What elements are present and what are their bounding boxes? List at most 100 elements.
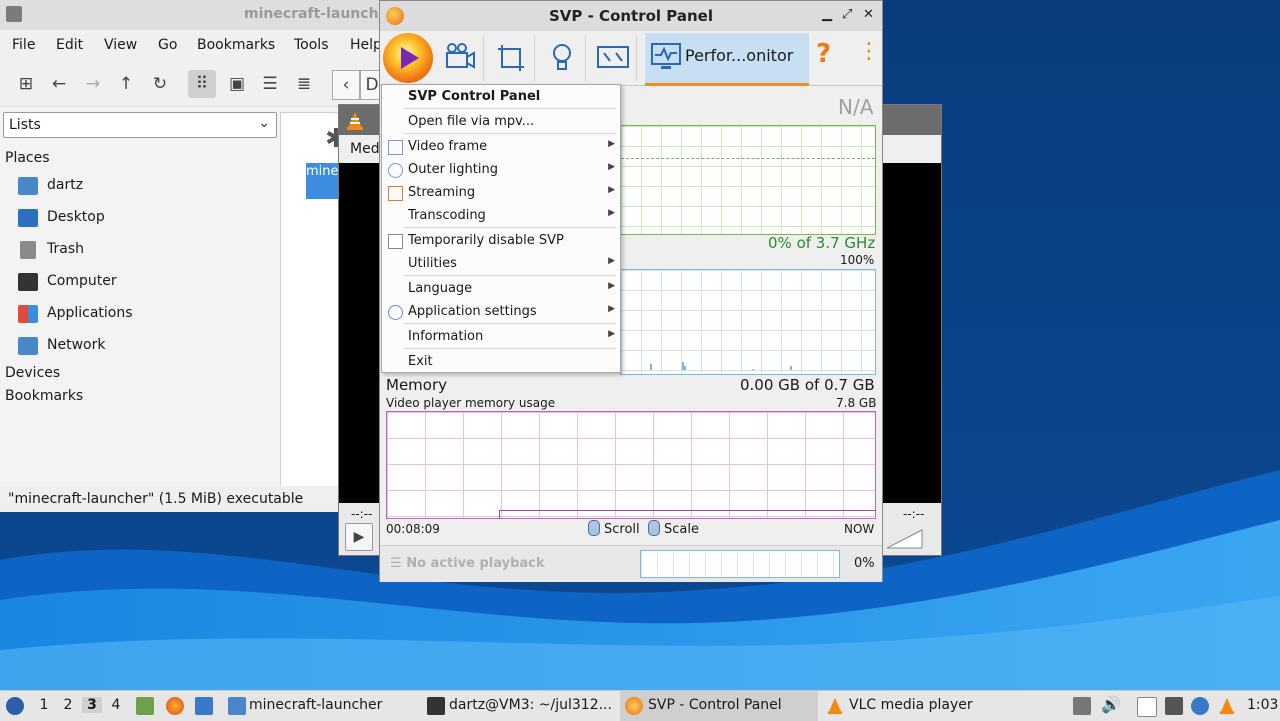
task-svp-label: SVP - Control Panel: [648, 697, 782, 713]
firefox-icon[interactable]: [166, 697, 184, 715]
side-pane-mode-value: Lists: [9, 117, 41, 133]
tab-performance-monitor[interactable]: Perfor...onitor: [645, 33, 809, 86]
svp-titlebar[interactable]: SVP - Control Panel ▁ ⤢ ✕: [380, 1, 882, 31]
menu-bookmarks[interactable]: Bookmarks: [197, 37, 275, 53]
menu-item-label: Outer lighting: [408, 162, 498, 177]
bookmarks-header[interactable]: Bookmarks: [5, 388, 83, 404]
file-manager-titlebar[interactable]: minecraft-launcher: [0, 0, 395, 30]
path-back-button[interactable]: ‹: [332, 70, 360, 100]
screen-frame-icon[interactable]: [590, 35, 637, 81]
video-camera-icon[interactable]: [437, 35, 484, 81]
new-tab-icon[interactable]: ⊞: [12, 70, 40, 98]
close-icon[interactable]: ✕: [863, 7, 874, 22]
place-applications[interactable]: Applications: [18, 303, 273, 327]
submenu-arrow-icon: ▶: [608, 329, 615, 339]
window-menu-icon[interactable]: [6, 6, 22, 22]
file-manager-title: minecraft-launcher: [244, 6, 395, 22]
maximize-icon[interactable]: ⤢: [842, 7, 852, 22]
submenu-arrow-icon: ▶: [608, 281, 615, 291]
menu-edit[interactable]: Edit: [56, 37, 83, 53]
back-arrow-icon[interactable]: ←: [45, 70, 73, 98]
menu-go[interactable]: Go: [158, 37, 177, 53]
workspace-3[interactable]: 3: [82, 697, 102, 713]
menu-item-information[interactable]: Information ▶: [382, 325, 620, 348]
start-menu-icon[interactable]: [6, 697, 24, 715]
workspace-1[interactable]: 1: [34, 697, 54, 713]
side-pane-mode-select[interactable]: Lists ⌄: [3, 112, 277, 138]
detailed-list-view-icon[interactable]: ≣: [290, 70, 318, 98]
file-manager-launcher-icon[interactable]: [136, 697, 154, 715]
menu-item-open-file[interactable]: Open file via mpv...: [382, 110, 620, 133]
network-tray-icon[interactable]: [1165, 697, 1183, 715]
workspace-2[interactable]: 2: [58, 697, 78, 713]
help-icon[interactable]: ?: [816, 39, 831, 69]
task-vlc[interactable]: VLC media player: [849, 697, 973, 713]
notification-icon[interactable]: [1191, 697, 1209, 715]
svp-status-bar: ☰ No active playback 0%: [380, 545, 882, 582]
menu-item-streaming[interactable]: Streaming ▶: [382, 181, 620, 204]
menu-item-label: Open file via mpv...: [408, 114, 535, 129]
task-file-manager[interactable]: minecraft-launcher: [249, 697, 382, 713]
place-label: Applications: [47, 305, 133, 321]
menu-item-outer-lighting[interactable]: Outer lighting ▶: [382, 158, 620, 181]
place-computer[interactable]: Computer: [18, 271, 273, 295]
memory-graph: [386, 411, 876, 519]
submenu-arrow-icon: ▶: [608, 256, 615, 266]
menu-item-label: Exit: [408, 354, 433, 369]
checkbox-icon[interactable]: [388, 234, 403, 249]
vlc-tray-icon[interactable]: [1218, 697, 1236, 715]
place-network[interactable]: Network: [18, 335, 273, 359]
icon-view-icon[interactable]: ⠿: [188, 70, 216, 98]
clipboard-icon[interactable]: [1137, 697, 1157, 717]
menu-tools[interactable]: Tools: [294, 37, 329, 53]
place-desktop[interactable]: Desktop: [18, 207, 273, 231]
task-svp-active[interactable]: SVP - Control Panel: [620, 691, 818, 721]
light-bulb-icon[interactable]: [539, 35, 586, 81]
menu-item-video-frame[interactable]: Video frame ▶: [382, 135, 620, 158]
vlc-cone-icon: [827, 697, 843, 715]
vlc-menu-media[interactable]: Med: [350, 141, 380, 157]
up-arrow-icon[interactable]: ↑: [112, 70, 140, 98]
volume-icon[interactable]: 🔊: [1101, 695, 1121, 714]
menu-item-disable-svp[interactable]: Temporarily disable SVP: [382, 229, 620, 252]
play-icon[interactable]: ▶: [345, 523, 373, 551]
computer-icon: [18, 273, 38, 291]
menu-help[interactable]: Help: [350, 37, 382, 53]
memory-subtitle: Video player memory usage: [386, 396, 556, 410]
svp-main-menu-icon[interactable]: [383, 33, 433, 83]
menu-item-utilities[interactable]: Utilities ▶: [382, 252, 620, 275]
scroll-hint: Scroll: [588, 520, 640, 537]
place-trash[interactable]: Trash: [18, 239, 273, 263]
forward-arrow-icon[interactable]: →: [79, 70, 107, 98]
menu-item-application-settings[interactable]: Application settings ▶: [382, 300, 620, 323]
menu-item-transcoding[interactable]: Transcoding ▶: [382, 204, 620, 227]
menu-header-label: SVP Control Panel: [408, 89, 541, 104]
reload-icon[interactable]: ↻: [146, 70, 174, 98]
volume-slider[interactable]: [887, 529, 923, 549]
more-options-icon[interactable]: ⋮: [858, 39, 880, 64]
menu-view[interactable]: View: [104, 37, 137, 53]
thumbnail-view-icon[interactable]: ▣: [223, 70, 251, 98]
tray-expand-icon[interactable]: [1073, 697, 1091, 715]
place-home[interactable]: dartz: [18, 175, 273, 199]
menu-file[interactable]: File: [12, 37, 35, 53]
menu-item-exit[interactable]: Exit: [382, 350, 620, 373]
compact-view-icon[interactable]: ☰: [256, 70, 284, 98]
gpu-status-label: N/A: [838, 95, 874, 119]
show-desktop-icon[interactable]: [195, 697, 213, 715]
menu-separator: [404, 227, 616, 228]
minimize-icon[interactable]: ▁: [822, 7, 832, 22]
load-percentage: 0%: [854, 556, 875, 571]
playback-status: ☰ No active playback: [390, 556, 545, 571]
menu-item-language[interactable]: Language ▶: [382, 277, 620, 300]
devices-header[interactable]: Devices: [5, 365, 60, 381]
task-terminal[interactable]: dartz@VM3: ~/jul312...: [449, 697, 612, 713]
clock[interactable]: 1:03: [1247, 697, 1278, 713]
workspace-4[interactable]: 4: [106, 697, 126, 713]
scroll-label: Scroll: [604, 522, 640, 537]
svp-logo-icon: [625, 697, 643, 715]
vlc-total-time: --:--: [903, 507, 925, 521]
crop-frame-icon[interactable]: [488, 35, 535, 81]
place-label: Trash: [47, 241, 84, 257]
places-header[interactable]: Places: [5, 150, 50, 166]
